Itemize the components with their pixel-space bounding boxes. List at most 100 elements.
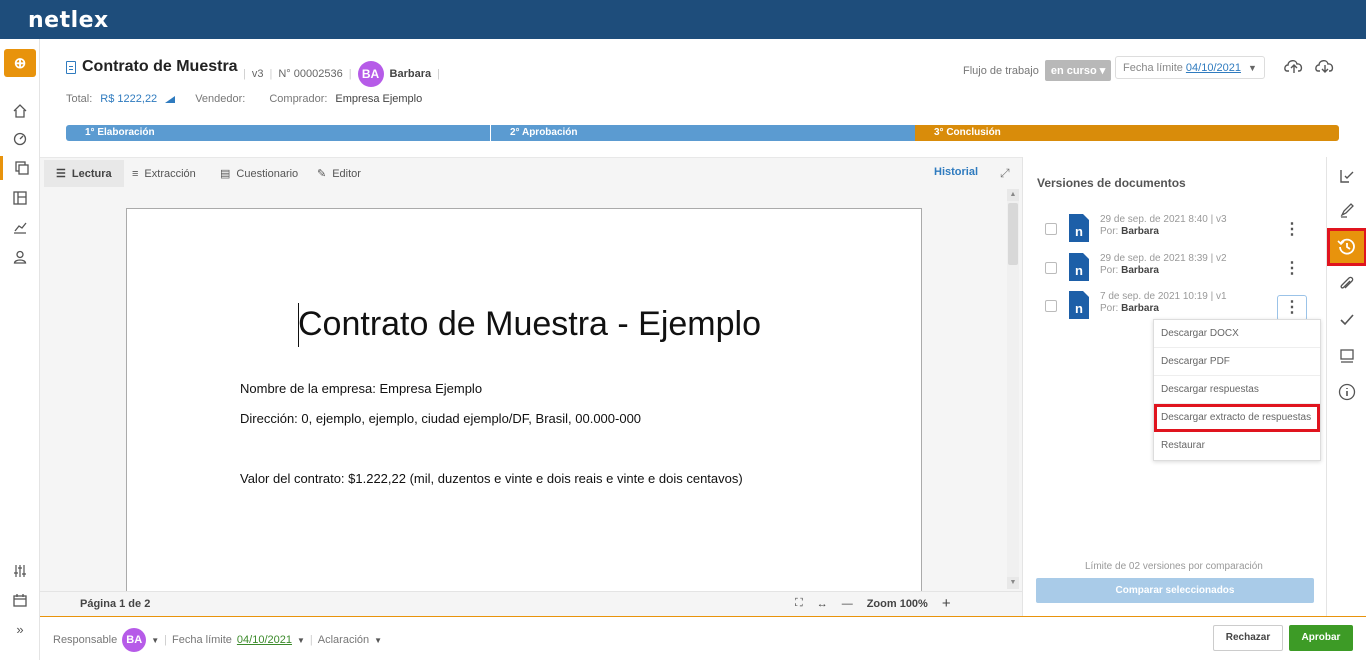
more-options-icon[interactable]: ⋮	[1277, 295, 1307, 321]
templates-icon[interactable]	[0, 186, 40, 210]
zoom-in-icon[interactable]: +	[942, 595, 951, 612]
document-page[interactable]: Contrato de Muestra - Ejemplo Nombre de …	[126, 208, 922, 591]
menu-item-descargar-respuestas[interactable]: Descargar respuestas	[1154, 376, 1320, 404]
netlex-file-icon: n	[1069, 214, 1089, 242]
deadline-dropdown[interactable]: Fecha límite 04/10/2021 ▼	[1115, 56, 1265, 79]
reject-button[interactable]: Rechazar	[1213, 625, 1283, 651]
compare-limit-text: Límite de 02 versiones por comparación	[1085, 561, 1263, 572]
checkmark-icon[interactable]	[1327, 306, 1366, 334]
step-aprobacion[interactable]: 2° Aprobación	[490, 125, 915, 141]
version-info: 7 de sep. de 2021 10:19 | v1 Por: Barbar…	[1100, 291, 1227, 314]
page-line-company: Nombre de la empresa: Empresa Ejemplo	[240, 381, 483, 396]
dashboard-icon[interactable]	[0, 127, 40, 151]
step-elaboracion[interactable]: 1° Elaboración	[66, 125, 490, 141]
checklist-icon[interactable]	[1327, 162, 1366, 190]
versions-title: Versiones de documentos	[1037, 176, 1186, 190]
reports-icon[interactable]	[0, 215, 40, 239]
document-meta: | v3 | N° 00002536 | BA Barbara |	[243, 61, 440, 87]
settings-sliders-icon[interactable]	[0, 559, 40, 583]
netlex-logo[interactable]: netlex	[28, 8, 109, 33]
viewer-statusbar: Página 1 de 2 ⛶ ↔ — Zoom 100% +	[40, 591, 1022, 616]
deadline-date: 04/10/2021	[1185, 61, 1241, 74]
version-info: 29 de sep. de 2021 8:40 | v3 Por: Barbar…	[1100, 214, 1227, 237]
fit-page-icon[interactable]: ⛶	[795, 597, 803, 610]
footer-deadline-date[interactable]: 04/10/2021	[237, 634, 292, 646]
document-title: Contrato de Muestra	[66, 58, 238, 76]
scroll-up-arrow[interactable]: ▲	[1007, 189, 1019, 201]
total-label: Total:	[66, 93, 93, 105]
version-label: v3	[251, 68, 264, 80]
workflow-steps: 1° Elaboración 2° Aprobación 3° Conclusi…	[66, 125, 1339, 141]
deadline-label: Fecha límite	[1123, 61, 1183, 74]
comments-icon[interactable]	[1327, 342, 1366, 370]
step-conclusion[interactable]: 3° Conclusión	[915, 125, 1339, 141]
menu-item-restaurar[interactable]: Restaurar	[1154, 432, 1320, 460]
seller-label: Vendedor:	[195, 93, 246, 105]
lines-icon: ☰	[56, 168, 66, 180]
expand-nav-icon[interactable]: »	[0, 617, 40, 641]
menu-item-descargar-docx[interactable]: Descargar DOCX	[1154, 320, 1320, 348]
zoom-tools: ⛶ ↔ — Zoom 100% +	[795, 595, 951, 612]
right-icon-rail	[1326, 157, 1366, 616]
version-checkbox[interactable]	[1045, 300, 1057, 312]
cloud-download-icon[interactable]	[1314, 56, 1336, 76]
version-checkbox[interactable]	[1045, 262, 1057, 274]
footer-info: Responsable BA ▼ | Fecha límite 04/10/20…	[53, 628, 382, 652]
document-viewer: Contrato de Muestra - Ejemplo Nombre de …	[40, 187, 1022, 591]
fit-width-icon[interactable]: ↔	[817, 598, 828, 610]
more-options-icon[interactable]: ⋮	[1277, 257, 1307, 283]
vertical-scrollbar[interactable]: ▲ ▼	[1007, 189, 1019, 589]
workflow-status-dropdown[interactable]: en curso ▾	[1044, 60, 1112, 81]
zoom-out-icon[interactable]: —	[842, 598, 853, 610]
user-icon[interactable]	[0, 245, 40, 269]
calendar-icon[interactable]	[0, 588, 40, 612]
version-item: n 29 de sep. de 2021 8:40 | v3 Por: Barb…	[1045, 214, 1317, 246]
total-value[interactable]: R$ 1222,22	[100, 93, 157, 105]
responsible-label: Responsable	[53, 634, 118, 646]
scroll-thumb[interactable]	[1008, 203, 1018, 265]
tab-lectura[interactable]: ☰ Lectura	[44, 160, 124, 187]
responsible-avatar[interactable]: BA	[122, 628, 147, 652]
form-icon: ▤	[220, 168, 231, 180]
info-icon[interactable]	[1327, 378, 1366, 406]
list-icon: ≡	[132, 167, 139, 180]
scroll-down-arrow[interactable]: ▼	[1007, 577, 1019, 589]
edit-icon: ✎	[317, 168, 327, 180]
page-line-value: Valor del contrato: $1.222,22 (mil, duze…	[240, 471, 743, 486]
view-tabs: ☰ Lectura ≡ Extracción ▤ Cuestionario ✎ …	[40, 157, 1022, 187]
chevron-down-icon[interactable]: ▼	[297, 636, 305, 645]
cloud-upload-icon[interactable]	[1283, 56, 1305, 76]
version-options-menu: Descargar DOCX Descargar PDF Descargar r…	[1153, 319, 1321, 461]
more-options-icon[interactable]: ⋮	[1277, 218, 1307, 244]
compare-selected-button[interactable]: Comparar seleccionados	[1036, 578, 1314, 603]
approve-button[interactable]: Aprobar	[1289, 625, 1353, 651]
home-icon[interactable]	[0, 99, 40, 123]
version-checkbox[interactable]	[1045, 223, 1057, 235]
total-expand-icon[interactable]	[165, 95, 176, 103]
document-number: N° 00002536	[278, 68, 343, 80]
history-clock-icon[interactable]	[1327, 228, 1366, 266]
left-nav: ⊕ »	[0, 39, 40, 660]
documents-icon[interactable]	[0, 156, 40, 180]
zoom-level: Zoom 100%	[866, 597, 928, 610]
footer-deadline-label: Fecha límite	[172, 634, 232, 646]
version-info: 29 de sep. de 2021 8:39 | v2 Por: Barbar…	[1100, 253, 1227, 276]
chevron-down-icon: ▼	[1247, 62, 1257, 73]
netlex-file-icon: n	[1069, 291, 1089, 319]
signature-pen-icon[interactable]	[1327, 196, 1366, 224]
tab-editor[interactable]: ✎ Editor	[305, 160, 373, 187]
chevron-down-icon[interactable]: ▼	[151, 636, 159, 645]
fullscreen-icon[interactable]: ⤢	[1000, 166, 1010, 181]
attachment-icon[interactable]	[1327, 270, 1366, 298]
historial-link[interactable]: Historial	[934, 166, 978, 178]
owner-avatar[interactable]: BA	[357, 61, 384, 87]
tab-extraccion[interactable]: ≡ Extracción	[120, 160, 208, 187]
menu-item-descargar-extracto[interactable]: Descargar extracto de respuestas	[1154, 404, 1320, 432]
workflow-label: Flujo de trabajo	[963, 64, 1039, 77]
approval-footer: Responsable BA ▼ | Fecha límite 04/10/20…	[40, 616, 1366, 660]
new-document-icon[interactable]: ⊕	[4, 49, 36, 77]
tab-cuestionario[interactable]: ▤ Cuestionario	[208, 160, 310, 187]
clarification-dropdown[interactable]: Aclaración	[318, 634, 369, 646]
menu-item-descargar-pdf[interactable]: Descargar PDF	[1154, 348, 1320, 376]
chevron-down-icon[interactable]: ▼	[374, 636, 382, 645]
